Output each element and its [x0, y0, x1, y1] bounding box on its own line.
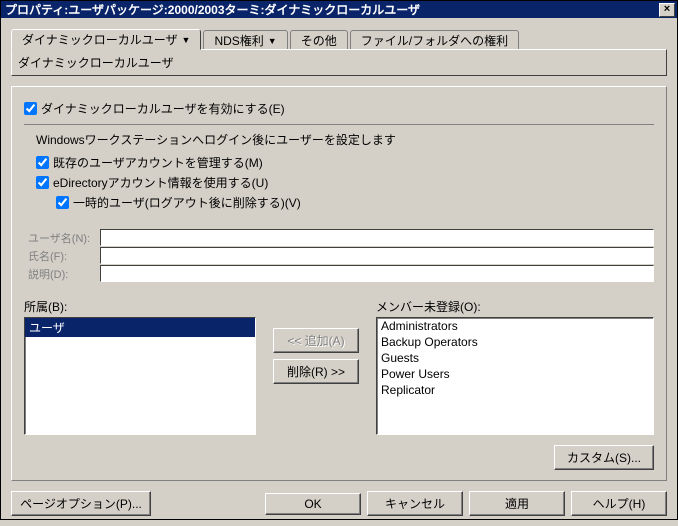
notmember-column: メンバー未登録(O): Administrators Backup Operat… — [376, 298, 654, 435]
fullname-label: 氏名(F): — [28, 248, 100, 264]
list-item[interactable]: ユーザ — [25, 318, 255, 337]
tab-strip: ダイナミックローカルユーザ ▼ NDS権利 ▼ その他 ファイル/フォルダへの権… — [11, 28, 667, 49]
notmember-label: メンバー未登録(O): — [376, 298, 654, 315]
apply-button[interactable]: 適用 — [469, 491, 565, 516]
volatile-row: 一時的ユーザ(ログアウト後に削除する)(V) — [56, 194, 654, 211]
notmember-listbox[interactable]: Administrators Backup Operators Guests P… — [376, 317, 654, 435]
membership-area: 所属(B): ユーザ << 追加(A) 削除(R) >> メンバー未登録(O):… — [24, 298, 654, 435]
list-item[interactable]: Replicator — [377, 382, 653, 398]
edir-checkbox[interactable] — [36, 176, 49, 189]
volatile-checkbox[interactable] — [56, 196, 69, 209]
custom-button[interactable]: カスタム(S)... — [554, 445, 654, 470]
username-label: ユーザ名(N): — [28, 230, 100, 246]
enable-row: ダイナミックローカルユーザを有効にする(E) — [24, 100, 654, 117]
help-button[interactable]: ヘルプ(H) — [571, 491, 667, 516]
add-button[interactable]: << 追加(A) — [273, 328, 359, 353]
description-label: 説明(D): — [28, 266, 100, 282]
tab-nds-rights[interactable]: NDS権利 ▼ — [203, 30, 287, 50]
title-bar: プロパティ:ユーザパッケージ:2000/2003ターミ:ダイナミックローカルユー… — [1, 1, 677, 18]
member-listbox[interactable]: ユーザ — [24, 317, 256, 435]
tab-label: NDS権利 — [214, 32, 263, 49]
edir-label: eDirectoryアカウント情報を使用する(U) — [53, 174, 268, 191]
manage-row: 既存のユーザアカウントを管理する(M) — [36, 154, 654, 171]
chevron-down-icon: ▼ — [268, 36, 277, 46]
group-box: Windowsワークステーションへログイン後にユーザーを設定します 既存のユーザ… — [24, 124, 654, 470]
chevron-down-icon: ▼ — [182, 35, 191, 45]
list-item[interactable]: Backup Operators — [377, 334, 653, 350]
ok-button[interactable]: OK — [265, 493, 361, 515]
description-input[interactable] — [100, 265, 654, 282]
list-item[interactable]: Administrators — [377, 318, 653, 334]
custom-row: カスタム(S)... — [24, 445, 654, 470]
tab-label: その他 — [301, 32, 337, 49]
close-button[interactable]: × — [659, 3, 675, 17]
user-fields: ユーザ名(N): 氏名(F): 説明(D): — [28, 229, 654, 282]
description-text: Windowsワークステーションへログイン後にユーザーを設定します — [36, 131, 654, 148]
tab-label: ファイル/フォルダへの権利 — [361, 32, 508, 49]
remove-button[interactable]: 削除(R) >> — [273, 359, 359, 384]
list-item[interactable]: Guests — [377, 350, 653, 366]
tab-dynamic-local-user[interactable]: ダイナミックローカルユーザ ▼ — [11, 29, 201, 50]
settings-panel: ダイナミックローカルユーザを有効にする(E) Windowsワークステーションへ… — [11, 86, 667, 481]
edir-row: eDirectoryアカウント情報を使用する(U) — [36, 174, 654, 191]
cancel-button[interactable]: キャンセル — [367, 491, 463, 516]
transfer-buttons: << 追加(A) 削除(R) >> — [256, 298, 376, 435]
volatile-label: 一時的ユーザ(ログアウト後に削除する)(V) — [73, 194, 301, 211]
enable-checkbox[interactable] — [24, 102, 37, 115]
window-title: プロパティ:ユーザパッケージ:2000/2003ターミ:ダイナミックローカルユー… — [5, 1, 659, 18]
dialog-window: プロパティ:ユーザパッケージ:2000/2003ターミ:ダイナミックローカルユー… — [0, 0, 678, 520]
subtab-label: ダイナミックローカルユーザ — [18, 56, 174, 70]
enable-label: ダイナミックローカルユーザを有効にする(E) — [41, 100, 285, 117]
tab-label: ダイナミックローカルユーザ — [22, 31, 178, 48]
fullname-input[interactable] — [100, 247, 654, 264]
subtab-row: ダイナミックローカルユーザ — [11, 49, 667, 76]
tab-file-folder-rights[interactable]: ファイル/フォルダへの権利 — [350, 30, 519, 50]
content-area: ダイナミックローカルユーザ ▼ NDS権利 ▼ その他 ファイル/フォルダへの権… — [1, 18, 677, 485]
manage-checkbox[interactable] — [36, 156, 49, 169]
username-input[interactable] — [100, 229, 654, 246]
manage-label: 既存のユーザアカウントを管理する(M) — [53, 154, 263, 171]
list-item[interactable]: Power Users — [377, 366, 653, 382]
tab-other[interactable]: その他 — [290, 30, 348, 50]
page-options-button[interactable]: ページオプション(P)... — [11, 491, 151, 516]
member-column: 所属(B): ユーザ — [24, 298, 256, 435]
member-label: 所属(B): — [24, 298, 256, 315]
